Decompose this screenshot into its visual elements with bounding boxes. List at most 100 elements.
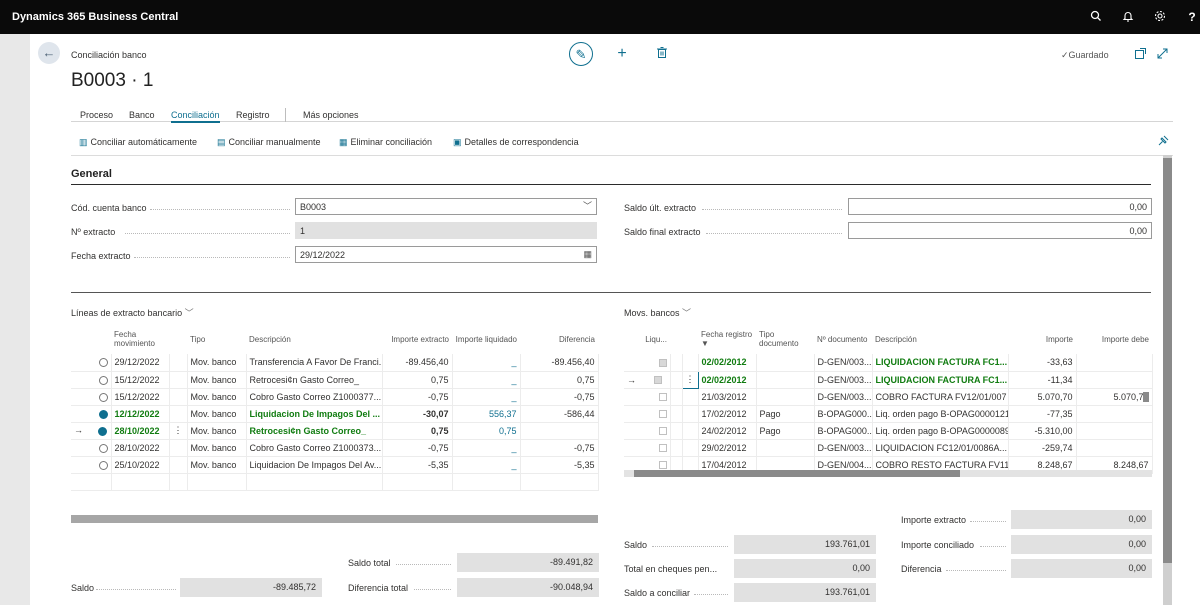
row-menu-icon[interactable]: ⋮	[169, 422, 188, 440]
auto-match-button[interactable]: ▥ Conciliar automáticamente	[79, 137, 197, 148]
statement-grid-scrollbar[interactable]	[71, 515, 598, 523]
cell-applied[interactable]: _	[452, 354, 521, 372]
table-row[interactable]: 24/02/2012 Pago B-OPAG000... Liq. orden …	[624, 422, 1153, 440]
filter-icon[interactable]: ▼	[701, 339, 709, 348]
cell-description: LIQUIDACION FACTURA FC1...	[872, 354, 1009, 372]
pending-cheques-label: Total en cheques pen...	[624, 564, 718, 574]
chevron-down-icon: ﹀	[682, 308, 692, 318]
ledger-vertical-scroll-thumb[interactable]	[1143, 392, 1149, 402]
col-header-statement-amount[interactable]: Importe extracto	[382, 324, 452, 354]
table-row[interactable]: 29/02/2012 D-GEN/003... LIQUIDACION FC12…	[624, 439, 1153, 457]
col-header-applied[interactable]: Liqu...	[624, 324, 670, 354]
table-row[interactable]: 17/02/2012 Pago B-OPAG000... Liq. orden …	[624, 405, 1153, 423]
table-row[interactable]: 25/10/2022 Mov. banco Liquidacion De Imp…	[71, 456, 599, 474]
row-matched-radio[interactable]	[97, 426, 107, 436]
last-balance-field[interactable]: 0,00	[848, 198, 1152, 215]
col-header-type[interactable]: Tipo	[187, 324, 246, 354]
row-select-radio[interactable]	[98, 443, 108, 453]
applied-checkbox[interactable]	[658, 461, 667, 470]
cell-difference: -5,35	[520, 456, 599, 474]
cell-date: 24/02/2012	[698, 422, 757, 440]
table-row[interactable]: 21/03/2012 D-GEN/003... COBRO FACTURA FV…	[624, 388, 1153, 406]
applied-checkbox[interactable]	[658, 427, 667, 436]
help-icon[interactable]: ?	[1185, 10, 1199, 24]
manual-match-button[interactable]: ▤ Conciliar manualmente	[217, 137, 321, 148]
search-icon[interactable]	[1089, 10, 1103, 24]
col-header-description[interactable]: Descripción	[246, 324, 382, 354]
page-title: B0003 · 1	[71, 70, 154, 91]
page-scrollbar-thumb[interactable]	[1163, 158, 1172, 563]
statement-lines-title[interactable]: Líneas de extracto bancario ﹀	[71, 306, 194, 319]
applied-checkbox[interactable]	[658, 444, 667, 453]
cell-applied[interactable]: _	[452, 439, 521, 457]
applied-checkbox[interactable]	[658, 393, 667, 402]
table-row[interactable]: 12/12/2022 Mov. banco Liquidacion De Imp…	[71, 405, 599, 423]
row-menu-icon[interactable]: ⋮	[681, 370, 699, 389]
bell-icon[interactable]	[1121, 10, 1135, 24]
col-header-doc-type[interactable]: Tipo documento	[756, 324, 814, 354]
bank-ledger-title[interactable]: Movs. bancos ﹀	[624, 306, 691, 319]
cell-applied[interactable]: _	[452, 456, 521, 474]
empty-row[interactable]	[71, 473, 599, 491]
remove-match-button[interactable]: ▦ Eliminar conciliación	[339, 137, 432, 148]
bank-account-field[interactable]: B0003 ﹀	[295, 198, 597, 215]
gear-icon[interactable]	[1153, 10, 1167, 24]
col-header-description[interactable]: Descripción	[872, 324, 1008, 354]
tab-registro[interactable]: Registro	[236, 110, 270, 120]
new-plus-icon[interactable]: +	[610, 42, 634, 66]
table-row[interactable]: 28/10/2022 Mov. banco Cobro Gasto Correo…	[71, 439, 599, 457]
col-header-amount[interactable]: Importe	[1008, 324, 1076, 354]
to-reconcile-value: 193.761,01	[734, 583, 876, 602]
pin-icon[interactable]	[1151, 130, 1175, 154]
col-header-debit[interactable]: Importe debe	[1076, 324, 1152, 354]
tab-proceso[interactable]: Proceso	[80, 110, 113, 120]
table-row-selected[interactable]: → ⋮ 02/02/2012 D-GEN/003... LIQUIDACION …	[624, 370, 1153, 389]
calendar-icon[interactable]: ▦	[583, 249, 592, 259]
ending-balance-field[interactable]: 0,00	[848, 222, 1152, 239]
cell-applied[interactable]: 0,75	[452, 422, 521, 440]
col-header-applied-amount[interactable]: Importe liquidado	[452, 324, 520, 354]
table-row[interactable]: 02/02/2012 D-GEN/003... LIQUIDACION FACT…	[624, 354, 1153, 372]
ledger-scroll-thumb[interactable]	[634, 470, 960, 477]
app-title: Dynamics 365 Business Central	[12, 11, 179, 23]
table-row-selected[interactable]: → 28/10/2022 ⋮ Mov. banco Retrocesi¢n Ga…	[71, 422, 599, 440]
match-details-button[interactable]: ▣ Detalles de correspondencia	[453, 137, 579, 148]
reconciled-amount-label: Importe conciliado	[901, 540, 975, 550]
table-row[interactable]: 29/12/2022 Mov. banco Transferencia A Fa…	[71, 354, 599, 372]
open-new-window-icon[interactable]	[1128, 43, 1152, 67]
applied-checkbox[interactable]	[654, 376, 662, 385]
applied-checkbox[interactable]	[658, 410, 667, 419]
back-arrow-icon[interactable]: ←	[38, 42, 60, 64]
cell-type: Mov. banco	[187, 422, 247, 440]
cell-debit: 5.070,70	[1076, 388, 1153, 406]
row-select-radio[interactable]	[98, 375, 108, 385]
tab-conciliacion[interactable]: Conciliación	[171, 110, 220, 123]
col-header-date[interactable]: Fecha movimiento	[111, 324, 169, 354]
cell-amount: -0,75	[382, 439, 453, 457]
cell-applied[interactable]: _	[452, 371, 521, 389]
statement-date-field[interactable]: 29/12/2022 ▦	[295, 246, 597, 263]
table-row[interactable]: 15/12/2022 Mov. banco Retrocesi¢n Gasto …	[71, 371, 599, 389]
col-header-posting-date[interactable]: Fecha registro ▼	[698, 324, 756, 354]
cell-doc-type	[756, 354, 815, 372]
col-header-doc-no[interactable]: Nº documento	[814, 324, 872, 354]
row-matched-radio[interactable]	[98, 409, 108, 419]
tab-more-options[interactable]: Más opciones	[303, 110, 359, 120]
applied-checkbox[interactable]	[658, 358, 667, 367]
general-section-title: General	[71, 168, 112, 180]
delete-trash-icon[interactable]	[650, 42, 674, 66]
edit-pencil-icon[interactable]: ✎	[569, 42, 593, 66]
row-select-radio[interactable]	[98, 460, 108, 470]
table-row[interactable]: 15/12/2022 Mov. banco Cobro Gasto Correo…	[71, 388, 599, 406]
chevron-down-icon[interactable]: ﹀	[583, 201, 592, 211]
cell-description: LIQUIDACION FACTURA FC1...	[872, 371, 1009, 389]
tab-banco[interactable]: Banco	[129, 110, 155, 120]
collapse-icon[interactable]	[1150, 43, 1174, 67]
col-header-difference[interactable]: Diferencia	[520, 324, 598, 354]
total-difference-value: -90.048,94	[457, 578, 599, 597]
row-select-radio[interactable]	[98, 392, 108, 402]
cell-amount: 0,75	[382, 371, 453, 389]
cell-applied[interactable]: 556,37	[452, 405, 521, 423]
row-select-radio[interactable]	[98, 358, 108, 368]
cell-applied[interactable]: _	[452, 388, 521, 406]
